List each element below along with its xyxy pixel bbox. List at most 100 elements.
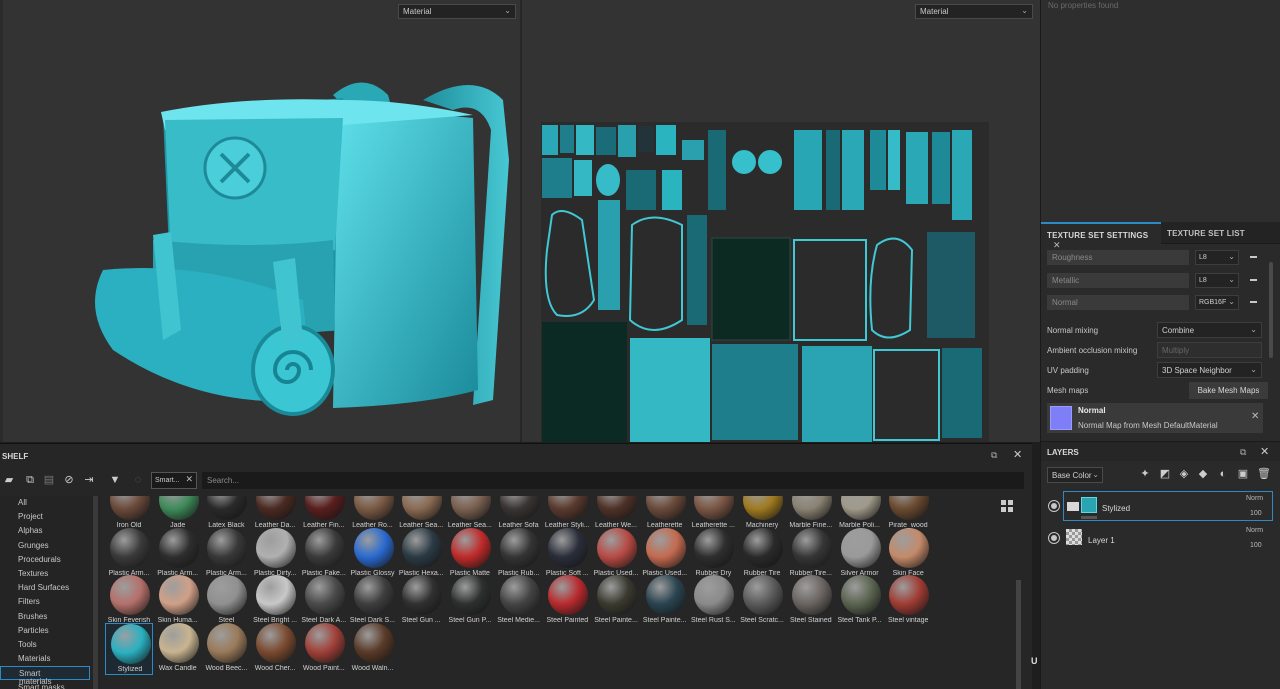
material-tile[interactable]: Plastic Dirty... — [251, 527, 299, 580]
category-item[interactable]: Alphas — [0, 524, 90, 538]
refresh-icon[interactable]: ◌ — [132, 474, 144, 486]
material-tile[interactable]: Silver Armor — [836, 527, 884, 580]
material-tile[interactable]: Wood Beec... — [202, 622, 250, 675]
layer-opacity[interactable]: 100 — [1250, 542, 1262, 549]
mesh-map-item-normal[interactable]: Normal Normal Map from Mesh DefaultMater… — [1047, 403, 1263, 433]
material-tile[interactable]: Steel — [202, 575, 250, 627]
channel-name-field[interactable]: Metallic — [1047, 273, 1189, 288]
material-tile[interactable]: Plastic Used... — [592, 527, 640, 580]
material-tile[interactable]: Iron Old — [105, 496, 153, 532]
material-tile[interactable]: Steel Gun P... — [446, 575, 494, 627]
category-item[interactable]: Grunges — [0, 539, 90, 553]
maximize-icon[interactable]: ⧉ — [991, 450, 997, 461]
material-tile[interactable]: Leather Fin... — [300, 496, 348, 532]
category-item[interactable]: Brushes — [0, 610, 90, 624]
close-icon[interactable]: ✕ — [1053, 240, 1061, 250]
add-paint-layer-icon[interactable]: ◐ — [1217, 468, 1229, 480]
filter-chip-smart-materials[interactable]: Smart... ✕ — [151, 472, 197, 489]
hide-icon[interactable]: ⊘ — [63, 474, 75, 486]
new-resource-icon[interactable]: ⧉ — [24, 474, 36, 486]
add-mask-icon[interactable]: ◩ — [1159, 468, 1171, 480]
material-tile[interactable]: Plastic Glossy — [349, 527, 397, 580]
material-tile[interactable]: Skin Huma... — [154, 575, 202, 627]
material-tile[interactable]: Steel Stained — [787, 575, 835, 627]
material-tile[interactable]: Wood Waln... — [349, 622, 397, 675]
channel-format-dropdown[interactable]: RGB16F ⌄ — [1195, 295, 1239, 310]
material-tile[interactable]: Plastic Arm... — [202, 527, 250, 580]
material-tile[interactable]: Leatherette — [641, 496, 689, 532]
category-item[interactable]: Project — [0, 510, 90, 524]
tab-texture-set-list[interactable]: TEXTURE SET LIST — [1161, 222, 1280, 244]
maximize-icon[interactable]: ⧉ — [1240, 447, 1246, 458]
channel-format-dropdown[interactable]: L8 ⌄ — [1195, 273, 1239, 288]
close-icon[interactable]: ✕ — [1013, 448, 1022, 461]
material-tile[interactable]: Leatherette ... — [689, 496, 737, 532]
material-tile[interactable]: Plastic Hexa... — [397, 527, 445, 580]
material-tile[interactable]: Plastic Fake... — [300, 527, 348, 580]
viewport-2d[interactable]: Material ⌄ — [522, 0, 1040, 442]
material-tile[interactable]: Skin Face — [884, 527, 932, 580]
material-tile[interactable]: Steel Medie... — [495, 575, 543, 627]
viewport-3d[interactable]: Material ⌄ — [0, 0, 520, 442]
material-tile[interactable]: Steel Dark S... — [349, 575, 397, 627]
material-tile[interactable]: Wood Cher... — [251, 622, 299, 675]
material-tile[interactable]: Steel Scratc... — [738, 575, 786, 627]
category-scrollbar[interactable] — [93, 496, 98, 689]
material-tile[interactable]: Leather Sea... — [446, 496, 494, 532]
category-item[interactable]: Hard Surfaces — [0, 581, 90, 595]
channel-name-field[interactable]: Normal — [1047, 295, 1189, 310]
material-tile[interactable]: Skin Feverish — [105, 575, 153, 627]
bake-mesh-maps-button[interactable]: Bake Mesh Maps — [1189, 382, 1268, 399]
material-tile[interactable]: Leather Sofa — [495, 496, 543, 532]
category-item[interactable]: Tools — [0, 638, 90, 652]
category-item[interactable]: Procedurals — [0, 553, 90, 567]
material-tile[interactable]: Leather Da... — [251, 496, 299, 532]
texture-set-scrollbar[interactable] — [1269, 262, 1273, 358]
category-item[interactable]: Smart materials — [0, 666, 90, 686]
close-icon[interactable]: ✕ — [1251, 411, 1259, 422]
material-tile[interactable]: Stylized — [105, 622, 153, 675]
material-tile[interactable]: Rubber Tire... — [787, 527, 835, 580]
material-tile[interactable]: Steel Painte... — [592, 575, 640, 627]
material-tile[interactable]: Pirate_wood — [884, 496, 932, 532]
category-item[interactable]: Smart masks — [0, 681, 90, 689]
material-tile[interactable]: Rubber Tire — [738, 527, 786, 580]
close-icon[interactable]: ✕ — [185, 475, 193, 484]
remove-channel-button[interactable] — [1250, 279, 1257, 281]
material-tile[interactable]: Plastic Matte — [446, 527, 494, 580]
remove-channel-button[interactable] — [1250, 301, 1257, 303]
layer-row-layer-1[interactable]: Layer 1 Norm 100 — [1041, 524, 1280, 554]
material-tile[interactable]: Leather Sea... — [397, 496, 445, 532]
material-tile[interactable]: Marble Poli... — [836, 496, 884, 532]
channel-dropdown[interactable]: Base Color ⌄ — [1047, 467, 1103, 483]
layer-blend-mode[interactable]: Norm — [1246, 495, 1263, 502]
material-tile[interactable]: Plastic Rub... — [495, 527, 543, 580]
material-tile[interactable]: Steel Painted — [543, 575, 591, 627]
material-tile[interactable]: Steel Rust S... — [689, 575, 737, 627]
uv-padding-dropdown[interactable]: 3D Space Neighbor ⌄ — [1157, 362, 1262, 378]
material-tile[interactable]: Machinery — [738, 496, 786, 532]
material-tile[interactable]: Steel Painte... — [641, 575, 689, 627]
material-tile[interactable]: Steel vintage — [884, 575, 932, 627]
visibility-eye-icon[interactable] — [1048, 500, 1060, 512]
folder-icon[interactable]: ▰ — [3, 474, 15, 486]
grid-view-icon[interactable] — [1001, 500, 1013, 512]
material-tile[interactable]: Plastic Used... — [641, 527, 689, 580]
tab-texture-set-settings[interactable]: TEXTURE SET SETTINGS ✕ — [1041, 222, 1161, 250]
delete-layer-icon[interactable]: 🗑 — [1257, 468, 1271, 480]
material-tile[interactable]: Plastic Arm... — [154, 527, 202, 580]
channel-format-dropdown[interactable]: L8 ⌄ — [1195, 250, 1239, 265]
material-tile[interactable]: Plastic Arm... — [105, 527, 153, 580]
material-tile[interactable]: Rubber Dry — [689, 527, 737, 580]
close-icon[interactable]: ✕ — [1260, 445, 1269, 458]
material-tile[interactable]: Marble Fine... — [787, 496, 835, 532]
material-tile[interactable]: Wood Paint... — [300, 622, 348, 675]
material-tile[interactable]: Latex Black — [202, 496, 250, 532]
add-fill-layer-icon[interactable]: ◆ — [1197, 468, 1209, 480]
add-folder-icon[interactable]: ▣ — [1237, 468, 1249, 480]
channel-name-field[interactable]: Roughness — [1047, 250, 1189, 265]
search-input[interactable] — [202, 472, 1024, 489]
material-tile[interactable]: Steel Tank P... — [836, 575, 884, 627]
material-tile[interactable]: Leather Ro... — [349, 496, 397, 532]
category-item[interactable]: Materials — [0, 652, 90, 666]
